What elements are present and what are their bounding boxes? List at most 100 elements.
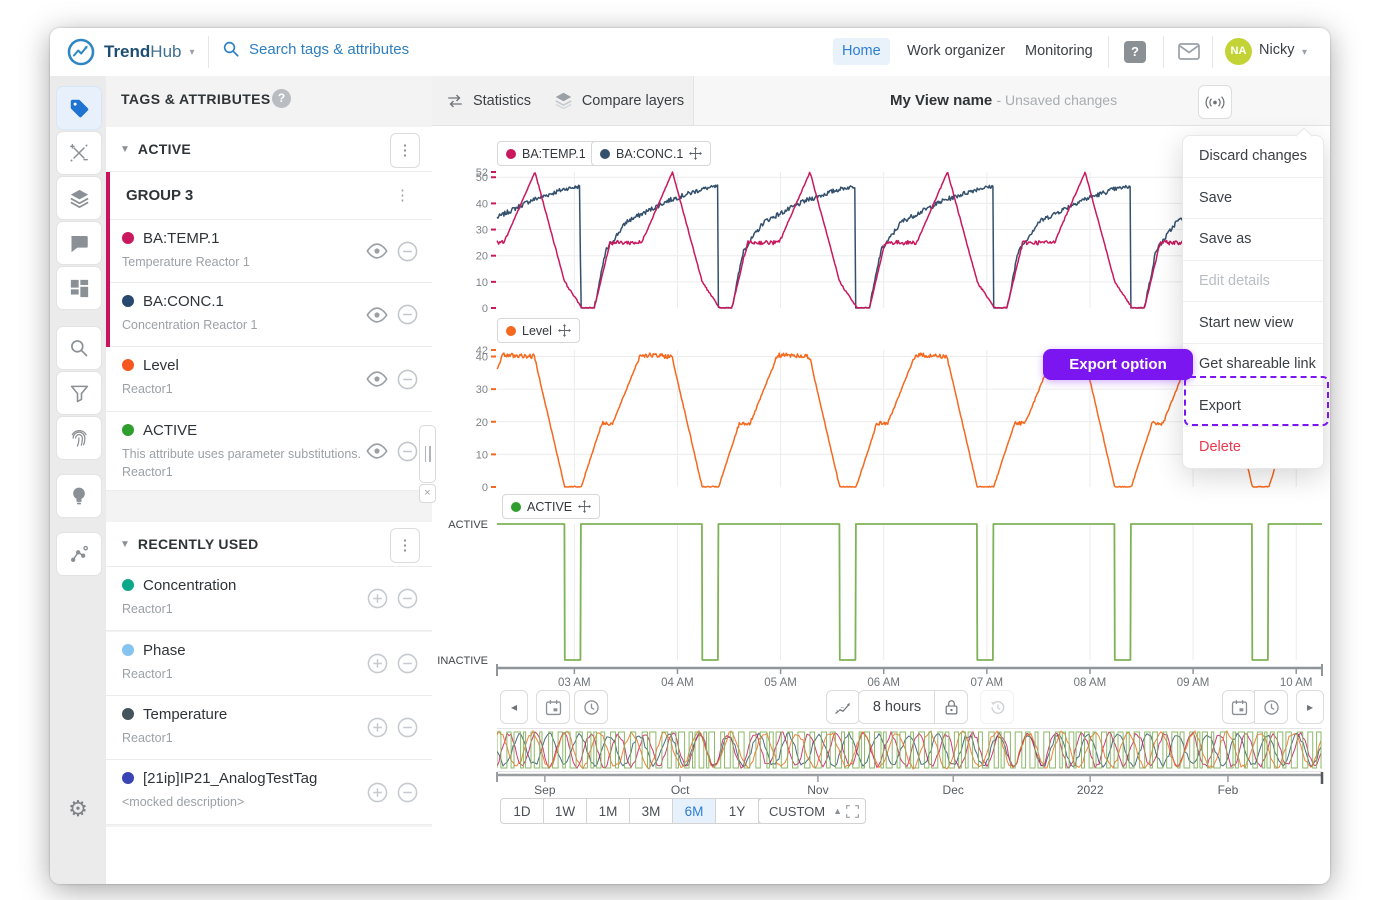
trend-mode-button[interactable]: [826, 690, 860, 724]
tag-name: [21ip]IP21_AnalogTestTag: [143, 770, 317, 787]
remove-icon[interactable]: [397, 782, 418, 803]
user-name[interactable]: Nicky: [1259, 42, 1294, 58]
panel-help-icon[interactable]: ?: [272, 89, 291, 108]
history-button[interactable]: [980, 690, 1014, 724]
rail-connections-button[interactable]: [56, 532, 102, 576]
move-icon[interactable]: [578, 500, 591, 513]
duration-selector[interactable]: 8 hours: [858, 690, 936, 724]
add-icon[interactable]: [367, 717, 388, 738]
eye-icon[interactable]: [366, 243, 388, 259]
recent-item-ip21-analogtesttag[interactable]: [21ip]IP21_AnalogTestTag <mocked descrip…: [106, 760, 432, 825]
nav-monitoring[interactable]: Monitoring: [1016, 38, 1102, 65]
svg-text:Feb: Feb: [1218, 783, 1239, 797]
add-icon[interactable]: [367, 588, 388, 609]
legend-chip-active[interactable]: ACTIVE: [502, 494, 600, 519]
eye-icon[interactable]: [366, 443, 388, 459]
tag-item-active[interactable]: ACTIVE This attribute uses parameter sub…: [106, 412, 432, 491]
brand-chevron-down-icon[interactable]: ▾: [189, 47, 194, 58]
tab-compare-layers[interactable]: Compare layers: [545, 76, 694, 125]
menu-item-save-as[interactable]: Save as: [1183, 218, 1323, 260]
header-divider: [1212, 36, 1213, 68]
eye-icon[interactable]: [366, 307, 388, 323]
rail-settings-button[interactable]: ⚙: [56, 788, 100, 830]
move-icon[interactable]: [689, 147, 702, 160]
rail-filter-button[interactable]: [56, 371, 102, 415]
series-color-dot: [122, 424, 134, 436]
tag-item-ba-temp-1[interactable]: BA:TEMP.1 Temperature Reactor 1: [106, 220, 432, 283]
add-icon[interactable]: [367, 653, 388, 674]
nav-home[interactable]: Home: [833, 38, 890, 65]
search-input[interactable]: Search tags & attributes: [222, 40, 409, 58]
eye-icon[interactable]: [366, 371, 388, 387]
tab-compare-layers-label: Compare layers: [582, 93, 684, 109]
preset-1m[interactable]: 1M: [587, 798, 630, 824]
rail-tags-button[interactable]: [56, 86, 102, 130]
remove-icon[interactable]: [397, 653, 418, 674]
group-row[interactable]: GROUP 3 ⋮: [106, 172, 432, 220]
menu-item-delete[interactable]: Delete: [1183, 426, 1323, 468]
recent-item-concentration[interactable]: Concentration Reactor1: [106, 567, 432, 631]
lock-range-button[interactable]: [934, 690, 968, 724]
menu-item-save[interactable]: Save: [1183, 177, 1323, 219]
legend-chip-level[interactable]: Level: [497, 318, 580, 343]
section-recently-used[interactable]: ▼ RECENTLY USED ⋮: [106, 522, 432, 567]
fullscreen-button[interactable]: [840, 798, 866, 824]
mail-icon[interactable]: [1178, 43, 1200, 60]
nav-work-organizer[interactable]: Work organizer: [898, 38, 1014, 65]
recent-item-phase[interactable]: Phase Reactor1: [106, 632, 432, 696]
rail-comments-button[interactable]: [56, 221, 102, 265]
menu-item-discard-changes[interactable]: Discard changes: [1183, 136, 1323, 177]
tab-statistics[interactable]: Statistics: [432, 76, 546, 125]
rail-layers-button[interactable]: [56, 176, 102, 220]
app-logo[interactable]: TrendHub ▾: [66, 37, 195, 67]
avatar[interactable]: NA: [1225, 38, 1252, 65]
view-name: My View name: [890, 92, 992, 109]
preset-3m[interactable]: 3M: [630, 798, 673, 824]
recent-item-temperature[interactable]: Temperature Reactor1: [106, 696, 432, 760]
remove-icon[interactable]: [397, 717, 418, 738]
rail-dashboard-button[interactable]: [56, 266, 102, 310]
rail-fingerprint-button[interactable]: [56, 416, 102, 460]
move-icon[interactable]: [558, 324, 571, 337]
help-icon[interactable]: ?: [1124, 41, 1146, 63]
pan-left-button[interactable]: ◂: [500, 690, 528, 724]
timeline-axis[interactable]: SepOctNovDec2022Feb: [490, 772, 1330, 798]
rail-calculations-button[interactable]: [56, 131, 102, 175]
legend-chip-ba-conc-1[interactable]: BA:CONC.1: [591, 141, 711, 166]
section-recent-menu-button[interactable]: ⋮: [390, 528, 420, 563]
end-time-button[interactable]: [1254, 690, 1288, 724]
group-menu-button[interactable]: ⋮: [395, 186, 410, 204]
user-chevron-down-icon[interactable]: ▾: [1302, 47, 1307, 58]
remove-icon[interactable]: [397, 369, 418, 390]
rail-ideas-button[interactable]: [56, 474, 102, 518]
broadcast-icon: [1205, 95, 1225, 110]
tag-item-ba-conc-1[interactable]: BA:CONC.1 Concentration Reactor 1: [106, 283, 432, 347]
panel-resize-handle[interactable]: [419, 425, 436, 483]
chevron-down-icon[interactable]: ▼: [120, 539, 130, 550]
custom-range-button[interactable]: CUSTOM ▲: [758, 798, 853, 824]
tag-desc2: Reactor1: [122, 465, 173, 479]
remove-icon[interactable]: [397, 441, 418, 462]
preset-1w[interactable]: 1W: [544, 798, 587, 824]
remove-icon[interactable]: [397, 588, 418, 609]
preset-1y[interactable]: 1Y: [716, 798, 759, 824]
preset-6m[interactable]: 6M: [673, 798, 716, 824]
section-active[interactable]: ▼ ACTIVE ⋮: [106, 127, 432, 172]
timeline-overview[interactable]: [497, 728, 1322, 772]
add-icon[interactable]: [367, 782, 388, 803]
start-calendar-button[interactable]: [536, 690, 570, 724]
panel-collapse-button[interactable]: ×: [419, 484, 436, 503]
start-time-button[interactable]: [574, 690, 608, 724]
live-broadcast-button[interactable]: [1198, 85, 1232, 119]
rail-search-button[interactable]: [56, 326, 102, 370]
pan-right-button[interactable]: ▸: [1296, 690, 1324, 724]
preset-1d[interactable]: 1D: [500, 798, 544, 824]
remove-icon[interactable]: [397, 241, 418, 262]
menu-item-start-new-view[interactable]: Start new view: [1183, 301, 1323, 343]
chevron-down-icon[interactable]: ▼: [120, 144, 130, 155]
remove-icon[interactable]: [397, 304, 418, 325]
tag-item-level[interactable]: Level Reactor1: [106, 347, 432, 412]
section-active-menu-button[interactable]: ⋮: [390, 133, 420, 168]
tag-desc: Reactor1: [122, 382, 173, 396]
end-calendar-button[interactable]: [1222, 690, 1256, 724]
